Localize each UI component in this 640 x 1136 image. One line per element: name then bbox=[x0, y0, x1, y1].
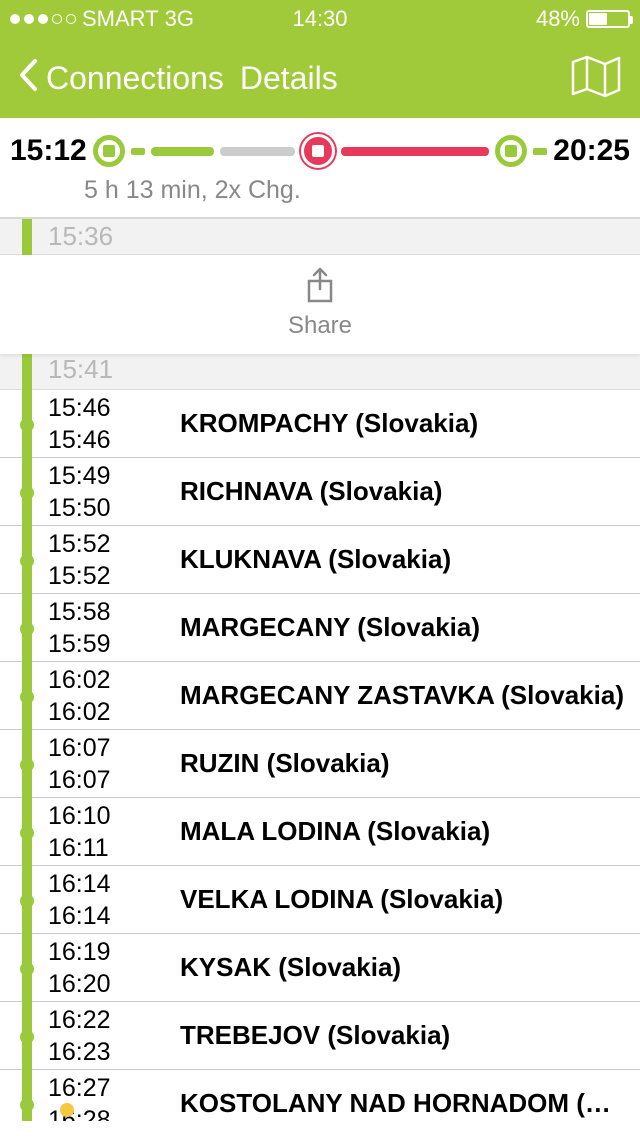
clock: 14:30 bbox=[292, 6, 347, 32]
stop-dot-icon bbox=[20, 1030, 34, 1044]
share-button[interactable]: Share bbox=[0, 255, 640, 354]
departure-time: 15:52 bbox=[48, 560, 140, 592]
route-line bbox=[22, 219, 32, 1121]
time-faded: 15:36 bbox=[48, 221, 113, 252]
chevron-left-icon bbox=[18, 53, 38, 103]
stop-dot-icon bbox=[20, 418, 34, 432]
stop-dot-icon bbox=[20, 554, 34, 568]
indicator-dot bbox=[60, 1103, 74, 1117]
list-item[interactable]: 15:36 bbox=[0, 219, 640, 255]
time-faded: 15:41 bbox=[48, 354, 113, 385]
arrive-time: 20:25 bbox=[553, 134, 630, 168]
page-title: Details bbox=[240, 60, 338, 97]
departure-time: 16:11 bbox=[48, 832, 140, 864]
depart-time: 15:12 bbox=[10, 134, 87, 168]
list-item[interactable]: 16:19 16:20 KYSAK (Slovakia) bbox=[0, 934, 640, 1002]
start-node-icon bbox=[93, 135, 125, 167]
back-button[interactable]: Connections Details bbox=[18, 53, 338, 103]
status-bar: SMART 3G 14:30 48% bbox=[0, 0, 640, 38]
departure-time: 16:07 bbox=[48, 764, 140, 796]
station-name: MARGECANY ZASTAVKA (Slovakia) bbox=[180, 680, 624, 711]
arrival-time: 16:27 bbox=[48, 1072, 140, 1104]
battery-percent: 48% bbox=[536, 6, 580, 32]
arrival-time: 16:07 bbox=[48, 732, 140, 764]
stop-dot-icon bbox=[20, 690, 34, 704]
network-label: 3G bbox=[165, 6, 194, 32]
arrival-time: 15:58 bbox=[48, 596, 140, 628]
station-name: RUZIN (Slovakia) bbox=[180, 748, 390, 779]
departure-time: 15:50 bbox=[48, 492, 140, 524]
arrival-time: 15:49 bbox=[48, 460, 140, 492]
arrival-time: 16:10 bbox=[48, 800, 140, 832]
list-item[interactable]: 16:22 16:23 TREBEJOV (Slovakia) bbox=[0, 1002, 640, 1070]
share-label: Share bbox=[288, 312, 352, 340]
list-item[interactable]: 15:49 15:50 RICHNAVA (Slovakia) bbox=[0, 458, 640, 526]
stop-dot-icon bbox=[20, 1098, 34, 1112]
stop-dot-icon bbox=[20, 758, 34, 772]
transfer-node-icon bbox=[301, 134, 335, 168]
station-name: VELKA LODINA (Slovakia) bbox=[180, 884, 503, 915]
station-name: MALA LODINA (Slovakia) bbox=[180, 816, 490, 847]
share-icon bbox=[305, 267, 335, 310]
stop-dot-icon bbox=[20, 622, 34, 636]
station-name: KROMPACHY (Slovakia) bbox=[180, 408, 478, 439]
list-item[interactable]: 16:07 16:07 RUZIN (Slovakia) bbox=[0, 730, 640, 798]
departure-time: 16:23 bbox=[48, 1036, 140, 1068]
arrival-time: 15:52 bbox=[48, 528, 140, 560]
station-name: KOSTOLANY NAD HORNADOM (… bbox=[180, 1088, 611, 1119]
station-name: KLUKNAVA (Slovakia) bbox=[180, 544, 451, 575]
arrival-time: 16:19 bbox=[48, 936, 140, 968]
list-item[interactable]: 16:14 16:14 VELKA LODINA (Slovakia) bbox=[0, 866, 640, 934]
list-item[interactable]: 16:10 16:11 MALA LODINA (Slovakia) bbox=[0, 798, 640, 866]
departure-time: 15:46 bbox=[48, 424, 140, 456]
station-name: RICHNAVA (Slovakia) bbox=[180, 476, 442, 507]
departure-time: 16:02 bbox=[48, 696, 140, 728]
departure-time: 15:59 bbox=[48, 628, 140, 660]
list-item[interactable]: 15:41 bbox=[0, 350, 640, 390]
arrival-time: 16:02 bbox=[48, 664, 140, 696]
stop-dot-icon bbox=[20, 962, 34, 976]
stop-dot-icon bbox=[20, 894, 34, 908]
arrival-time: 16:14 bbox=[48, 868, 140, 900]
list-item[interactable]: 15:46 15:46 KROMPACHY (Slovakia) bbox=[0, 390, 640, 458]
end-node-icon bbox=[495, 135, 527, 167]
station-name: MARGECANY (Slovakia) bbox=[180, 612, 480, 643]
signal-dots bbox=[10, 14, 76, 24]
stop-dot-icon bbox=[20, 826, 34, 840]
stop-dot-icon bbox=[20, 486, 34, 500]
station-name: TREBEJOV (Slovakia) bbox=[180, 1020, 450, 1051]
list-item[interactable]: 16:27 16:28 KOSTOLANY NAD HORNADOM (… bbox=[0, 1070, 640, 1121]
list-item[interactable]: 15:52 15:52 KLUKNAVA (Slovakia) bbox=[0, 526, 640, 594]
back-label: Connections bbox=[46, 60, 224, 97]
list-item[interactable]: 15:58 15:59 MARGECANY (Slovakia) bbox=[0, 594, 640, 662]
journey-summary: 15:12 20:25 5 h 13 min, 2x Chg. bbox=[0, 118, 640, 219]
departure-time: 16:14 bbox=[48, 900, 140, 932]
arrival-time: 16:22 bbox=[48, 1004, 140, 1036]
carrier-label: SMART bbox=[82, 6, 159, 32]
battery-icon bbox=[586, 10, 630, 28]
arrival-time: 15:46 bbox=[48, 392, 140, 424]
stops-list[interactable]: 15:36 Share 15:41 15:46 15:46 KROMPACHY … bbox=[0, 219, 640, 1121]
nav-bar: Connections Details bbox=[0, 38, 640, 118]
departure-time: 16:20 bbox=[48, 968, 140, 1000]
list-item[interactable]: 16:02 16:02 MARGECANY ZASTAVKA (Slovakia… bbox=[0, 662, 640, 730]
station-name: KYSAK (Slovakia) bbox=[180, 952, 401, 983]
map-button[interactable] bbox=[570, 54, 622, 103]
duration-label: 5 h 13 min, 2x Chg. bbox=[84, 176, 630, 205]
